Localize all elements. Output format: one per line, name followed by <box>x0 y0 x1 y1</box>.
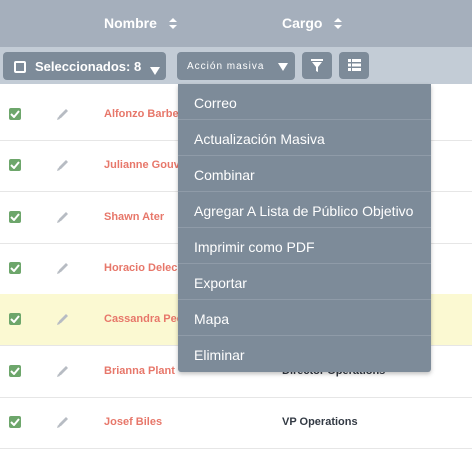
table-row: Josef Biles VP Operations <box>0 397 472 449</box>
caret-down-icon <box>278 63 288 74</box>
menu-item-exportar[interactable]: Exportar <box>178 264 431 300</box>
record-name-link[interactable]: Cassandra Pec <box>104 313 183 325</box>
menu-item-add-to-target-list[interactable]: Agregar A Lista de Público Objetivo <box>178 192 431 228</box>
pencil-icon[interactable] <box>56 312 70 331</box>
row-checkbox[interactable] <box>9 159 21 172</box>
column-nombre-label: Nombre <box>104 15 157 31</box>
record-name-link[interactable]: Julianne Gouv <box>104 159 180 171</box>
menu-item-eliminar[interactable]: Eliminar <box>178 336 431 372</box>
select-all-checkbox-icon[interactable] <box>14 61 26 73</box>
pencil-icon[interactable] <box>56 415 70 434</box>
row-checkbox[interactable] <box>9 108 21 120</box>
record-name-link[interactable]: Alfonzo Barbe <box>104 108 179 120</box>
pencil-icon[interactable] <box>56 364 70 383</box>
record-name-link[interactable]: Horacio Delec <box>104 262 177 274</box>
check-icon <box>10 366 20 375</box>
column-header-nombre[interactable]: Nombre <box>104 15 177 31</box>
pencil-icon[interactable] <box>56 210 70 229</box>
record-name-link[interactable]: Brianna Plant <box>104 365 175 377</box>
list-header: Nombre Cargo <box>0 0 472 47</box>
record-name-link[interactable]: Shawn Ater <box>104 211 164 223</box>
menu-item-print-pdf[interactable]: Imprimir como PDF <box>178 228 431 264</box>
mass-action-label: Acción masiva <box>187 61 265 72</box>
filter-button[interactable] <box>302 52 332 79</box>
record-cargo: VP Operations <box>282 415 358 428</box>
list-toolbar: Seleccionados: 8 Acción masiva <box>0 47 472 84</box>
record-name-link[interactable]: Josef Biles <box>104 416 162 428</box>
mass-action-button[interactable]: Acción masiva <box>177 52 295 80</box>
columns-icon <box>348 59 361 71</box>
filter-icon <box>311 59 323 72</box>
menu-item-combinar[interactable]: Combinar <box>178 156 431 192</box>
row-checkbox[interactable] <box>9 364 21 377</box>
check-icon <box>10 418 20 426</box>
row-checkbox[interactable] <box>9 210 21 223</box>
menu-item-correo[interactable]: Correo <box>178 84 431 120</box>
check-icon <box>10 212 20 221</box>
mass-action-menu: Correo Actualización Masiva Combinar Agr… <box>178 84 431 372</box>
caret-down-icon <box>150 63 160 78</box>
row-checkbox[interactable] <box>9 261 21 274</box>
column-cargo-label: Cargo <box>282 15 323 31</box>
selected-count-label: Seleccionados: 8 <box>35 59 142 74</box>
check-icon <box>10 161 20 170</box>
menu-item-mapa[interactable]: Mapa <box>178 300 431 336</box>
row-checkbox[interactable] <box>9 415 21 428</box>
row-checkbox[interactable] <box>9 313 21 326</box>
columns-button[interactable] <box>339 52 369 79</box>
check-icon <box>10 110 20 118</box>
sort-icon[interactable] <box>168 17 177 29</box>
pencil-icon[interactable] <box>56 261 70 280</box>
check-icon <box>10 264 20 272</box>
sort-icon[interactable] <box>334 17 343 29</box>
pencil-icon[interactable] <box>56 107 70 126</box>
column-header-cargo[interactable]: Cargo <box>282 15 343 31</box>
pencil-icon[interactable] <box>56 158 70 177</box>
check-icon <box>10 315 20 324</box>
selected-count-button[interactable]: Seleccionados: 8 <box>3 52 166 80</box>
menu-item-mass-update[interactable]: Actualización Masiva <box>178 120 431 156</box>
